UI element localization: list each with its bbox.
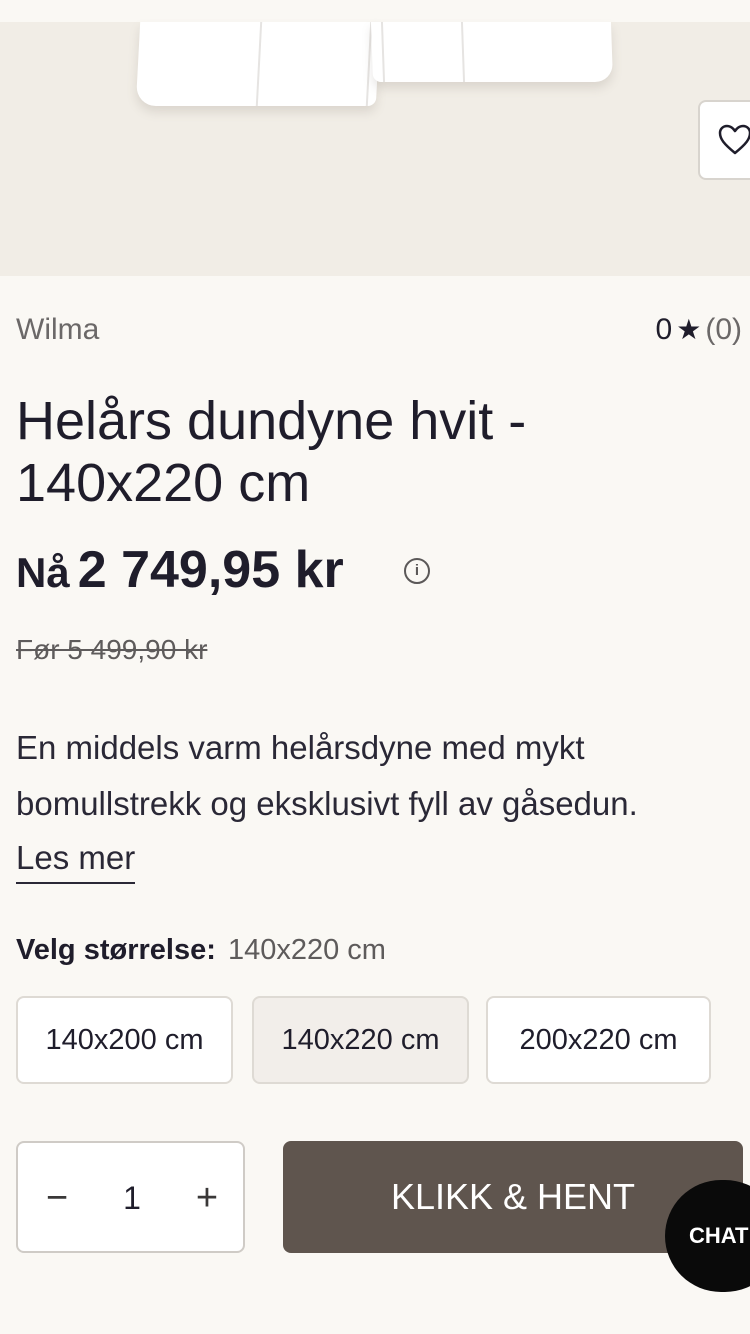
product-page: Wilma 0 ★ (0) Helårs dundyne hvit - 140x22… <box>0 0 750 1334</box>
info-icon[interactable]: i <box>404 558 430 584</box>
size-option-200x220[interactable]: 200x220 cm <box>486 996 711 1084</box>
size-label-text: Velg størrelse: <box>16 934 216 966</box>
size-label: Velg størrelse: 140x220 cm <box>16 934 386 967</box>
read-more-link[interactable]: Les mer <box>16 834 136 884</box>
brand-name[interactable]: Wilma <box>16 313 99 347</box>
current-price: 2 749,95 kr <box>77 541 344 599</box>
product-image[interactable] <box>0 0 750 276</box>
favorite-button[interactable] <box>698 100 750 180</box>
image-top-edge <box>0 0 750 22</box>
brand-rating-row: Wilma 0 ★ (0) <box>16 313 742 353</box>
product-title: Helårs dundyne hvit - 140x220 cm <box>16 391 527 513</box>
rating-value: 0 <box>655 313 673 346</box>
duvet-shape-right <box>370 22 614 82</box>
size-option-140x200[interactable]: 140x200 cm <box>16 996 233 1084</box>
quantity-value[interactable]: 1 <box>102 1173 162 1223</box>
heart-outline-icon <box>718 124 750 155</box>
selected-size-value: 140x220 cm <box>227 934 386 966</box>
rating-count: (0) <box>705 313 742 346</box>
size-option-140x220[interactable]: 140x220 cm <box>252 996 469 1084</box>
price-row: Nå 2 749,95 kr i <box>16 540 430 604</box>
increase-quantity-button[interactable]: + <box>182 1173 232 1223</box>
price-prefix: Nå <box>16 549 70 596</box>
rating[interactable]: 0 ★ (0) <box>656 313 742 347</box>
quantity-stepper: − 1 + <box>16 1141 245 1253</box>
before-price: Før 5 499,90 kr <box>16 634 208 665</box>
duvet-shape-left <box>135 22 381 106</box>
star-icon: ★ <box>676 314 702 345</box>
decrease-quantity-button[interactable]: − <box>32 1173 82 1223</box>
product-description: En middels varm helårsdyne med mykt bomu… <box>16 729 638 822</box>
